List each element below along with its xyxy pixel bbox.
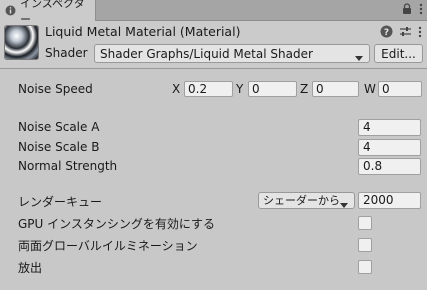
gpu-instancing-checkbox[interactable]: [358, 216, 372, 230]
noise-scale-a-label: Noise Scale A: [18, 120, 100, 134]
gpu-instancing-label: GPU インスタンシングを有効にする: [18, 217, 216, 231]
noise-scale-b-field[interactable]: 4: [358, 139, 421, 156]
kebab-menu-icon[interactable]: [418, 26, 422, 41]
render-queue-dropdown-value: シェーダーから: [263, 194, 340, 207]
menu-icon[interactable]: [419, 3, 423, 18]
noise-speed-z-label[interactable]: Z: [300, 82, 308, 96]
noise-scale-a-field[interactable]: 4: [358, 119, 421, 136]
settings-sliders-icon[interactable]: [399, 25, 412, 41]
svg-text:?: ?: [384, 28, 389, 38]
emission-checkbox[interactable]: [358, 260, 372, 274]
noise-speed-label: Noise Speed: [18, 82, 93, 96]
noise-speed-y-label[interactable]: Y: [236, 82, 243, 96]
render-queue-dropdown[interactable]: シェーダーから: [258, 192, 355, 209]
chevron-down-icon: [355, 51, 363, 65]
info-icon: [5, 5, 16, 16]
noise-speed-w-field[interactable]: 0: [378, 81, 422, 97]
double-sided-gi-label: 両面グローバルイルミネーション: [18, 239, 198, 253]
inspector-tabbar: インスペクター: [0, 0, 427, 26]
tab-inspector[interactable]: インスペクター: [0, 0, 96, 26]
double-sided-gi-checkbox[interactable]: [358, 238, 372, 252]
material-title: Liquid Metal Material (Material): [45, 24, 241, 39]
shader-label: Shader: [45, 46, 88, 60]
noise-speed-w-label[interactable]: W: [364, 82, 376, 96]
noise-scale-b-label: Noise Scale B: [18, 140, 100, 154]
noise-speed-y-field[interactable]: 0: [248, 81, 297, 97]
material-preview-thumbnail: [4, 25, 39, 60]
help-icon[interactable]: ?: [380, 25, 393, 41]
material-header: Liquid Metal Material (Material) ? Shade…: [0, 21, 427, 69]
render-queue-field[interactable]: 2000: [358, 192, 421, 209]
normal-strength-label: Normal Strength: [18, 159, 118, 173]
noise-speed-x-label[interactable]: X: [172, 82, 180, 96]
noise-speed-x-field[interactable]: 0.2: [184, 81, 233, 97]
noise-speed-z-field[interactable]: 0: [312, 81, 359, 97]
shader-dropdown-value: Shader Graphs/Liquid Metal Shader: [100, 46, 313, 61]
edit-shader-button[interactable]: Edit...: [374, 44, 423, 63]
lock-icon[interactable]: [402, 3, 412, 18]
chevron-down-icon: [340, 198, 348, 213]
emission-label: 放出: [18, 261, 43, 275]
shader-dropdown[interactable]: Shader Graphs/Liquid Metal Shader: [94, 44, 370, 63]
normal-strength-field[interactable]: 0.8: [358, 158, 421, 175]
render-queue-label: レンダーキュー: [18, 195, 103, 209]
